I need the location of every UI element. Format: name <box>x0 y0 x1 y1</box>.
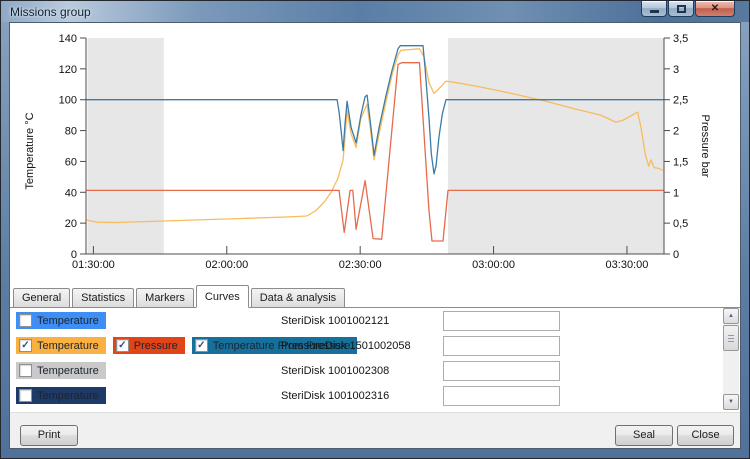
time-tick-label: 03:30:00 <box>606 259 649 271</box>
device-name: SteriDisk 1001002316 <box>281 390 389 402</box>
row-note-input[interactable] <box>443 361 560 381</box>
device-name: SteriDisk 1001002121 <box>281 315 389 327</box>
list-item: Temperature SteriDisk 1001002308 <box>10 358 740 383</box>
pressure-tick-label: 1 <box>673 187 679 199</box>
time-tick-label: 02:00:00 <box>205 259 248 271</box>
maximize-icon <box>677 5 686 13</box>
temp-tick-label: 20 <box>65 218 77 230</box>
curve-toggle-label: Temperature <box>37 340 99 352</box>
temp-tick-label: 80 <box>65 126 77 138</box>
row-note-input[interactable] <box>443 311 560 331</box>
close-icon: ✕ <box>711 4 719 14</box>
checkbox[interactable]: ✓ <box>195 339 208 352</box>
tab-data-analysis[interactable]: Data & analysis <box>251 288 345 307</box>
curve-toggle-temperature[interactable]: Temperature <box>16 387 106 404</box>
curves-list: Temperature SteriDisk 1001002121 ✓ Tempe… <box>10 308 740 412</box>
time-tick-label: 03:00:00 <box>472 259 515 271</box>
curve-toggle-pressure[interactable]: ✓ Pressure <box>113 337 185 354</box>
minimize-icon <box>650 10 659 13</box>
time-tick-label: 01:30:00 <box>72 259 115 271</box>
chart-svg: 02040608010012014000,511,522,533,501:30:… <box>10 23 740 281</box>
list-item: Temperature SteriDisk 1001002121 <box>10 308 740 333</box>
curves-chart: 02040608010012014000,511,522,533,501:30:… <box>10 23 740 281</box>
device-name: SteriDisk 1001002308 <box>281 365 389 377</box>
temp-tick-label: 40 <box>65 187 77 199</box>
checkbox[interactable] <box>19 389 32 402</box>
curve-toggle-temperature[interactable]: ✓ Temperature <box>16 337 106 354</box>
tab-curves[interactable]: Curves <box>196 285 249 308</box>
checkbox[interactable] <box>19 314 32 327</box>
pressure-tick-label: 2 <box>673 126 679 138</box>
temp-tick-label: 120 <box>59 64 77 76</box>
close-button[interactable]: Close <box>677 425 734 446</box>
pressure-tick-label: 0,5 <box>673 218 688 230</box>
checkbox[interactable] <box>19 364 32 377</box>
checkbox[interactable]: ✓ <box>19 339 32 352</box>
scrollbar-grip-icon <box>728 335 734 342</box>
print-button[interactable]: Print <box>20 425 78 446</box>
checkbox[interactable]: ✓ <box>116 339 129 352</box>
scroll-up-button[interactable]: ▲ <box>723 308 739 324</box>
missions-group-window: Missions group ✕ 02040608010012014000,51… <box>0 0 750 459</box>
device-name: PressureDisk 1501002058 <box>281 340 411 352</box>
curve-toggle-temperature[interactable]: Temperature <box>16 312 106 329</box>
row-note-input[interactable] <box>443 386 560 406</box>
scrollbar-thumb[interactable] <box>723 325 739 351</box>
close-window-button[interactable]: ✕ <box>695 1 735 17</box>
tab-statistics[interactable]: Statistics <box>72 288 134 307</box>
curve-toggle-label: Pressure <box>134 340 178 352</box>
curve-toggle-label: Temperature <box>37 365 99 377</box>
temp-axis-title: Temperature °C <box>24 112 36 189</box>
pressure-tick-label: 2,5 <box>673 95 688 107</box>
scroll-down-button[interactable]: ▼ <box>723 394 739 410</box>
dialog-content: 02040608010012014000,511,522,533,501:30:… <box>9 22 741 449</box>
scroll-down-icon: ▼ <box>728 399 734 405</box>
curve-toggle-label: Temperature <box>37 315 99 327</box>
temp-tick-label: 100 <box>59 95 77 107</box>
time-tick-label: 02:30:00 <box>339 259 382 271</box>
tab-general[interactable]: General <box>13 288 70 307</box>
pressure-tick-label: 3 <box>673 64 679 76</box>
list-item: Temperature SteriDisk 1001002316 <box>10 383 740 408</box>
tab-markers[interactable]: Markers <box>136 288 194 307</box>
curve-toggle-label: Temperature <box>37 390 99 402</box>
maximize-button[interactable] <box>668 1 694 17</box>
pressure-tick-label: 0 <box>673 249 679 261</box>
shaded-band <box>448 38 664 254</box>
temp-tick-label: 140 <box>59 33 77 45</box>
row-note-input[interactable] <box>443 336 560 356</box>
pressure-axis-title: Pressure bar <box>699 115 711 178</box>
curve-toggle-temperature[interactable]: Temperature <box>16 362 106 379</box>
list-item: ✓ Temperature ✓ Pressure ✓ Temperature F… <box>10 333 740 358</box>
seal-button[interactable]: Seal <box>615 425 673 446</box>
pressure-tick-label: 3,5 <box>673 33 688 45</box>
footer-bar: Print Seal Close <box>10 412 740 448</box>
window-title: Missions group <box>10 5 91 19</box>
list-scrollbar[interactable]: ▲ ▼ <box>723 308 739 410</box>
temp-tick-label: 60 <box>65 156 77 168</box>
window-titlebar[interactable]: Missions group ✕ <box>1 1 749 22</box>
minimize-button[interactable] <box>641 1 667 17</box>
scroll-up-icon: ▲ <box>728 313 734 319</box>
tab-strip: General Statistics Markers Curves Data &… <box>10 285 740 308</box>
pressure-tick-label: 1,5 <box>673 156 688 168</box>
